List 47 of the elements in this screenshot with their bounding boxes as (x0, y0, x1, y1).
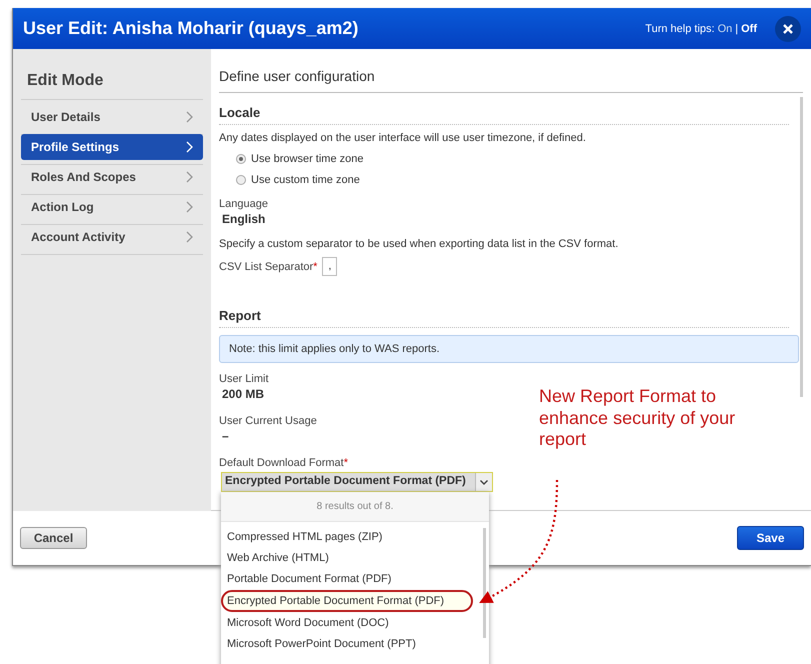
dropdown-option[interactable]: Encrypted Portable Document Format (PDF) (221, 590, 473, 612)
field-label: User Limit (219, 373, 269, 385)
field-label: Default Download Format (219, 457, 344, 469)
dropdown-option[interactable]: Microsoft PowerPoint Document (PPT) (221, 634, 473, 654)
description-text: Specify a custom separator to be used when exporting data list in the CSV format. (219, 238, 618, 250)
chevron-right-icon (186, 141, 193, 153)
chevron-right-icon (186, 111, 193, 123)
help-tips-label: Turn help tips: (645, 22, 715, 34)
format-dropdown[interactable]: Encrypted Portable Document Format (PDF) (221, 472, 493, 492)
section-title: Locale (219, 93, 789, 125)
field-label: Language (219, 198, 268, 210)
description-text: Any dates displayed on the user interface will use user timezone, if defined. (219, 132, 586, 144)
window-title: User Edit: Anisha Moharir (quays_am2) (23, 18, 360, 39)
help-tips-toggle[interactable]: Off (741, 22, 757, 34)
cancel-button[interactable]: Cancel (20, 527, 87, 549)
radio-button[interactable] (236, 154, 246, 164)
dropdown-option[interactable]: Portable Document Format (PDF) (221, 569, 473, 589)
dropdown-option[interactable]: Microsoft Word Document (DOC) (221, 613, 473, 633)
radio-button[interactable] (236, 175, 246, 185)
help-tips-separator: | (735, 22, 738, 34)
results-count: 8 results out of 8. (221, 492, 489, 522)
annotation-text: New Report Format to enhance security of your report (539, 386, 736, 451)
field-value: – (222, 429, 229, 443)
scrollbar[interactable] (483, 528, 486, 638)
dropdown-option[interactable]: Web Archive (HTML) (221, 548, 473, 568)
input-field[interactable]: , (322, 257, 338, 276)
sidebar-title: Edit Mode (21, 49, 203, 100)
radio-label: Use browser time zone (251, 153, 364, 165)
required-mark: * (344, 457, 348, 469)
field-label: CSV List Separator (219, 260, 314, 272)
required-mark: * (313, 260, 318, 272)
radio-label: Use custom time zone (251, 174, 360, 186)
save-button[interactable]: Save (737, 526, 804, 550)
caret-down-icon (480, 480, 488, 484)
field-label: User Current Usage (219, 415, 317, 427)
info-note: Note: this limit applies only to WAS reports. (219, 335, 799, 363)
section-title: Report (219, 296, 789, 328)
section-heading: Define user configuration (219, 49, 803, 93)
chevron-right-icon (186, 171, 193, 183)
dropdown-option[interactable]: Compressed HTML pages (ZIP) (221, 527, 473, 547)
chevron-right-icon (186, 231, 193, 243)
scrollbar[interactable] (800, 97, 803, 397)
close-icon[interactable] (775, 16, 801, 42)
field-value: English (222, 212, 266, 226)
field-value: 200 MB (222, 387, 264, 401)
help-tips-toggle[interactable]: On (718, 22, 732, 34)
chevron-right-icon (186, 201, 193, 213)
